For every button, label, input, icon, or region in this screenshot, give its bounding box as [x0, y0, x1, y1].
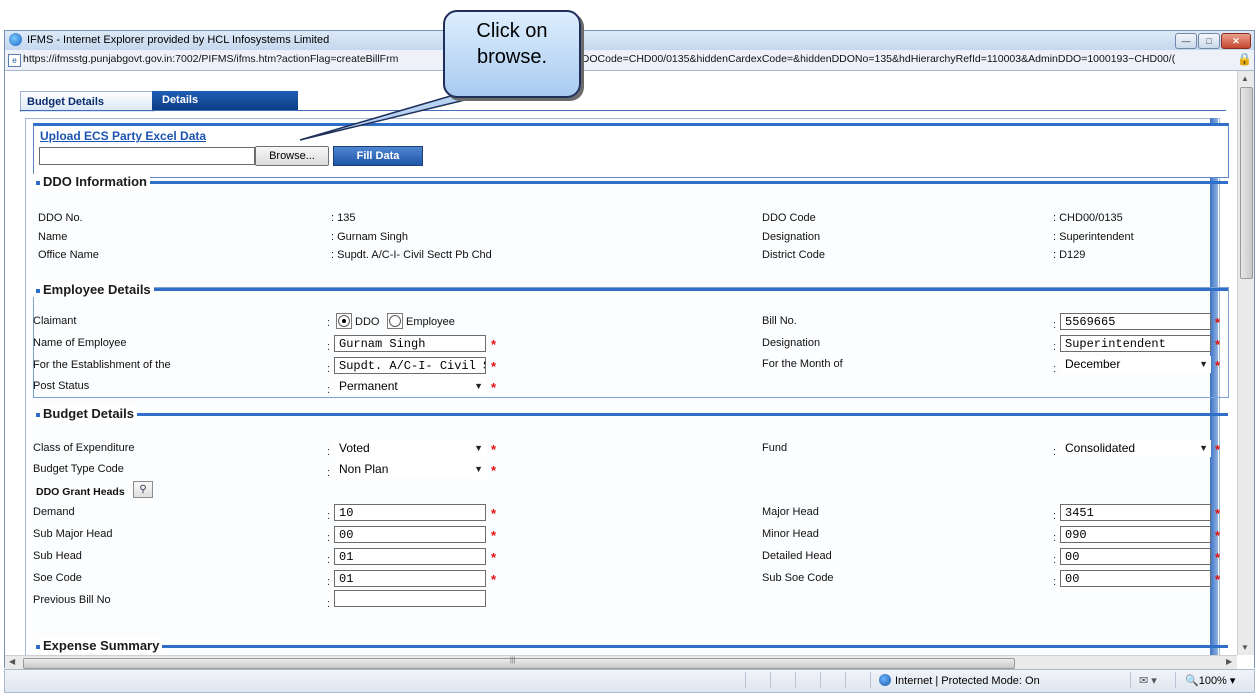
callout-text: Click on browse. [443, 18, 581, 70]
callout-line: Click on [476, 20, 548, 42]
callout-pointer [299, 87, 507, 141]
callout-line: browse. [476, 46, 548, 68]
